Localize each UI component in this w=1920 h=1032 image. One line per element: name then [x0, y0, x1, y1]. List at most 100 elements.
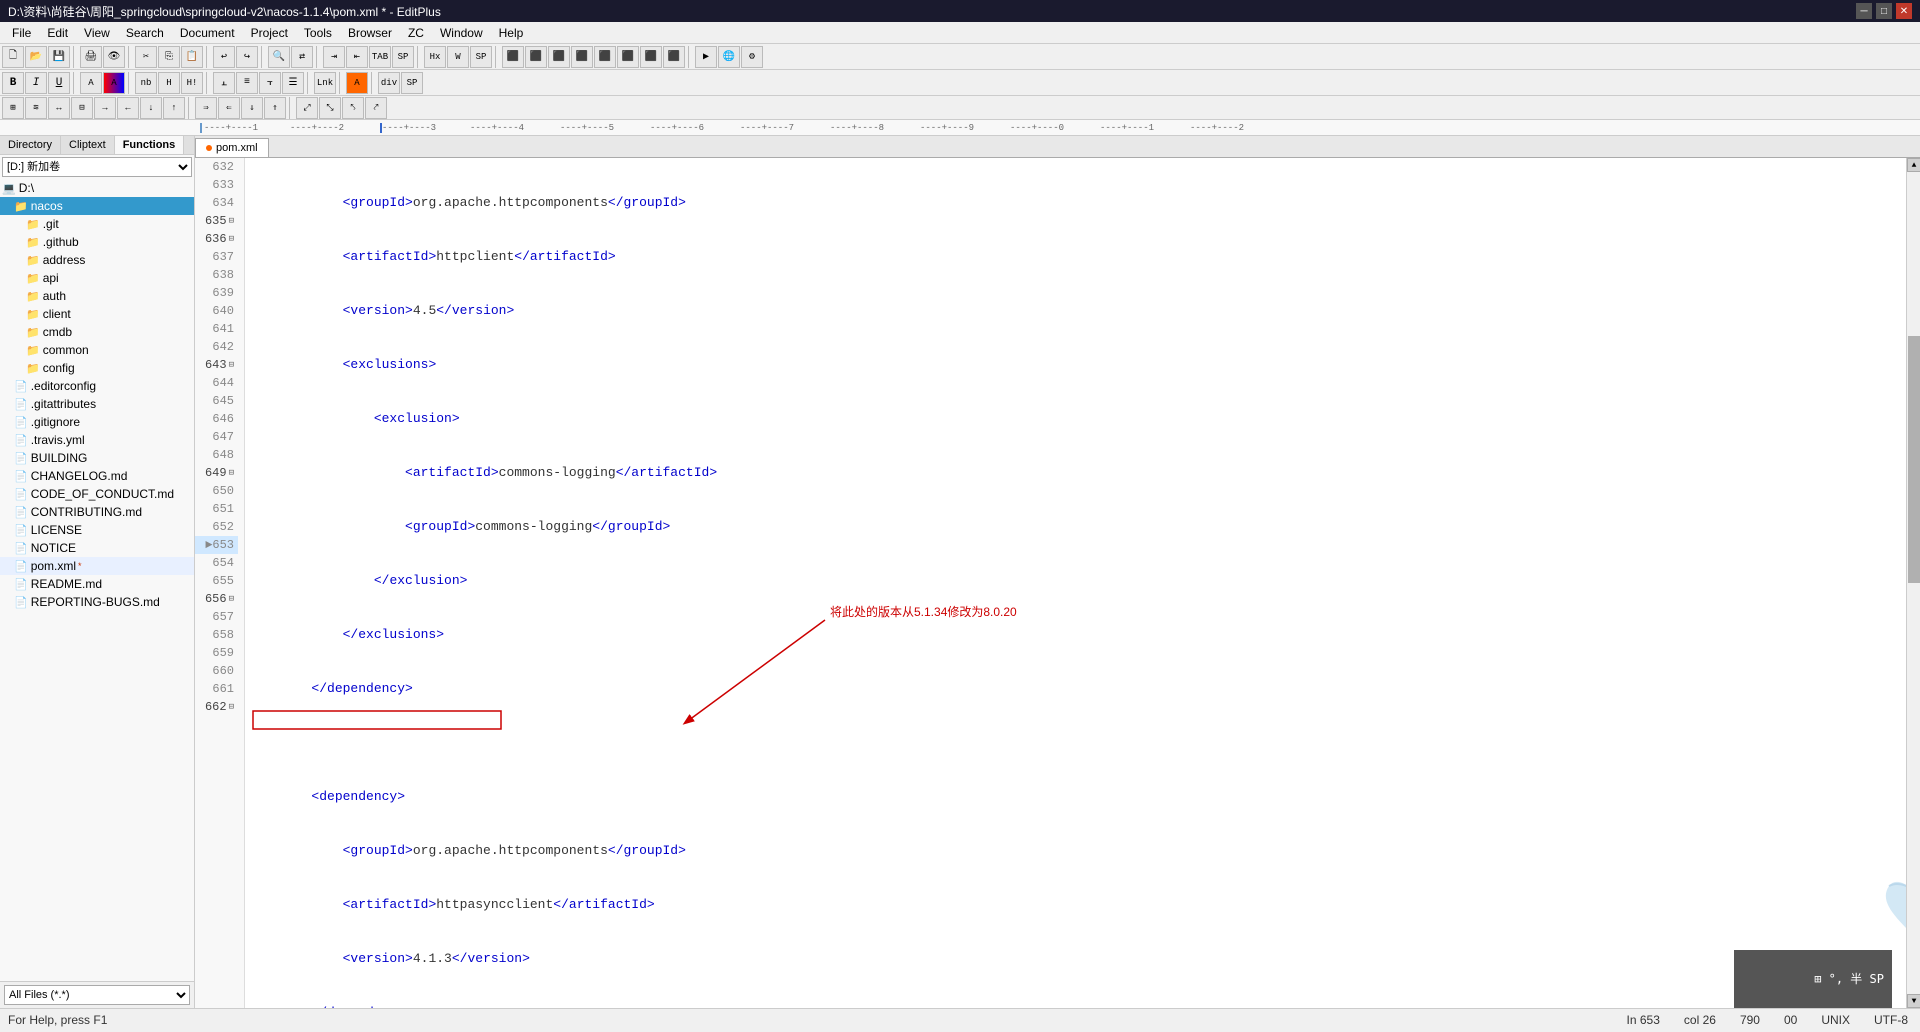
- tab-cliptext[interactable]: Cliptext: [61, 136, 115, 154]
- nb-btn[interactable]: nb: [135, 72, 157, 94]
- underline-button[interactable]: U: [48, 72, 70, 94]
- tree-item-auth[interactable]: 📁 auth: [0, 287, 194, 305]
- tree-item-notice[interactable]: 📄 NOTICE: [0, 539, 194, 557]
- align-left[interactable]: ⫠: [213, 72, 235, 94]
- word-wrap[interactable]: W: [447, 46, 469, 68]
- tree-item-license[interactable]: 📄 LICENSE: [0, 521, 194, 539]
- tree-item-editorconfig[interactable]: 📄 .editorconfig: [0, 377, 194, 395]
- tree-item-git[interactable]: 📁 .git: [0, 215, 194, 233]
- tree-item-reporting[interactable]: 📄 REPORTING-BUGS.md: [0, 593, 194, 611]
- scroll-up-button[interactable]: ▲: [1907, 158, 1920, 172]
- line-636[interactable]: 636⊟: [195, 230, 238, 248]
- extra15[interactable]: ⤣: [342, 97, 364, 119]
- menu-document[interactable]: Document: [172, 24, 243, 42]
- extra16[interactable]: ⤤: [365, 97, 387, 119]
- tree-item-contributing[interactable]: 📄 CONTRIBUTING.md: [0, 503, 194, 521]
- extra6[interactable]: ←: [117, 97, 139, 119]
- line-643[interactable]: 643⊟: [195, 356, 238, 374]
- marker7[interactable]: ⬛: [640, 46, 662, 68]
- code-content[interactable]: <groupId>org.apache.httpcomponents</grou…: [245, 158, 1906, 1008]
- tab-functions[interactable]: Functions: [115, 136, 185, 154]
- config-button[interactable]: ⚙: [741, 46, 763, 68]
- scroll-thumb[interactable]: [1908, 336, 1920, 583]
- tree-item-client[interactable]: 📁 client: [0, 305, 194, 323]
- extra8[interactable]: ↑: [163, 97, 185, 119]
- link-btn[interactable]: Lnk: [314, 72, 336, 94]
- cut-button[interactable]: ✂: [135, 46, 157, 68]
- tree-item-gitattributes[interactable]: 📄 .gitattributes: [0, 395, 194, 413]
- menu-window[interactable]: Window: [432, 24, 491, 42]
- tree-item-travis[interactable]: 📄 .travis.yml: [0, 431, 194, 449]
- sp-button[interactable]: SP: [470, 46, 492, 68]
- extra12[interactable]: ⇑: [264, 97, 286, 119]
- tree-item-github[interactable]: 📁 .github: [0, 233, 194, 251]
- redo-button[interactable]: ↪: [236, 46, 258, 68]
- line-656[interactable]: 656⊟: [195, 590, 238, 608]
- new-button[interactable]: 🗋: [2, 46, 24, 68]
- extra9[interactable]: ⇒: [195, 97, 217, 119]
- preview-button[interactable]: 👁: [103, 46, 125, 68]
- menu-browser[interactable]: Browser: [340, 24, 400, 42]
- h2-btn[interactable]: H!: [181, 72, 203, 94]
- editor-tab-pom[interactable]: pom.xml: [195, 138, 269, 157]
- menu-search[interactable]: Search: [118, 24, 172, 42]
- maximize-button[interactable]: □: [1876, 3, 1892, 19]
- indent-button[interactable]: ⇥: [323, 46, 345, 68]
- hex-button[interactable]: Hx: [424, 46, 446, 68]
- tree-item-address[interactable]: 📁 address: [0, 251, 194, 269]
- marker2[interactable]: ⬛: [525, 46, 547, 68]
- tree-item-building[interactable]: 📄 BUILDING: [0, 449, 194, 467]
- align-right[interactable]: ⫟: [259, 72, 281, 94]
- close-button[interactable]: ✕: [1896, 3, 1912, 19]
- find-button[interactable]: 🔍: [268, 46, 290, 68]
- tree-item-gitignore[interactable]: 📄 .gitignore: [0, 413, 194, 431]
- color-btn[interactable]: A: [103, 72, 125, 94]
- extra13[interactable]: ⤢: [296, 97, 318, 119]
- extra14[interactable]: ⤡: [319, 97, 341, 119]
- tree-item-config[interactable]: 📁 config: [0, 359, 194, 377]
- tree-item-nacos[interactable]: 📁 nacos: [0, 197, 194, 215]
- div-btn[interactable]: div: [378, 72, 400, 94]
- tree-item-api[interactable]: 📁 api: [0, 269, 194, 287]
- menu-edit[interactable]: Edit: [39, 24, 76, 42]
- marker5[interactable]: ⬛: [594, 46, 616, 68]
- extra4[interactable]: ⊟: [71, 97, 93, 119]
- tab-button[interactable]: TAB: [369, 46, 391, 68]
- tree-item-drive[interactable]: 💻 D:\: [0, 179, 194, 197]
- open-button[interactable]: 📂: [25, 46, 47, 68]
- copy-button[interactable]: ⎘: [158, 46, 180, 68]
- directory-combo[interactable]: [D:] 新加卷: [2, 157, 192, 177]
- marker3[interactable]: ⬛: [548, 46, 570, 68]
- save-button[interactable]: 💾: [48, 46, 70, 68]
- menu-help[interactable]: Help: [491, 24, 532, 42]
- outdent-button[interactable]: ⇤: [346, 46, 368, 68]
- align-justify[interactable]: ☰: [282, 72, 304, 94]
- minimize-button[interactable]: ─: [1856, 3, 1872, 19]
- align-center[interactable]: ≡: [236, 72, 258, 94]
- line-635[interactable]: 635⊟: [195, 212, 238, 230]
- menu-view[interactable]: View: [76, 24, 118, 42]
- marker8[interactable]: ⬛: [663, 46, 685, 68]
- tree-item-cmdb[interactable]: 📁 cmdb: [0, 323, 194, 341]
- file-type-combo[interactable]: All Files (*.*): [4, 985, 190, 1005]
- marker6[interactable]: ⬛: [617, 46, 639, 68]
- menu-zc[interactable]: ZC: [400, 24, 432, 42]
- tree-item-changelog[interactable]: 📄 CHANGELOG.md: [0, 467, 194, 485]
- menu-project[interactable]: Project: [243, 24, 296, 42]
- extra1[interactable]: ⊞: [2, 97, 24, 119]
- extra3[interactable]: ↔: [48, 97, 70, 119]
- line-662[interactable]: 662⊟: [195, 698, 238, 716]
- marker1[interactable]: ⬛: [502, 46, 524, 68]
- tree-item-common[interactable]: 📁 common: [0, 341, 194, 359]
- extra5[interactable]: →: [94, 97, 116, 119]
- tab-directory[interactable]: Directory: [0, 136, 61, 154]
- undo-button[interactable]: ↩: [213, 46, 235, 68]
- menu-file[interactable]: File: [4, 24, 39, 42]
- replace-button[interactable]: ⇄: [291, 46, 313, 68]
- extra10[interactable]: ⇐: [218, 97, 240, 119]
- extra2[interactable]: ≋: [25, 97, 47, 119]
- scroll-track[interactable]: [1907, 172, 1920, 994]
- print-button[interactable]: 🖨: [80, 46, 102, 68]
- h-btn[interactable]: H: [158, 72, 180, 94]
- extra7[interactable]: ↓: [140, 97, 162, 119]
